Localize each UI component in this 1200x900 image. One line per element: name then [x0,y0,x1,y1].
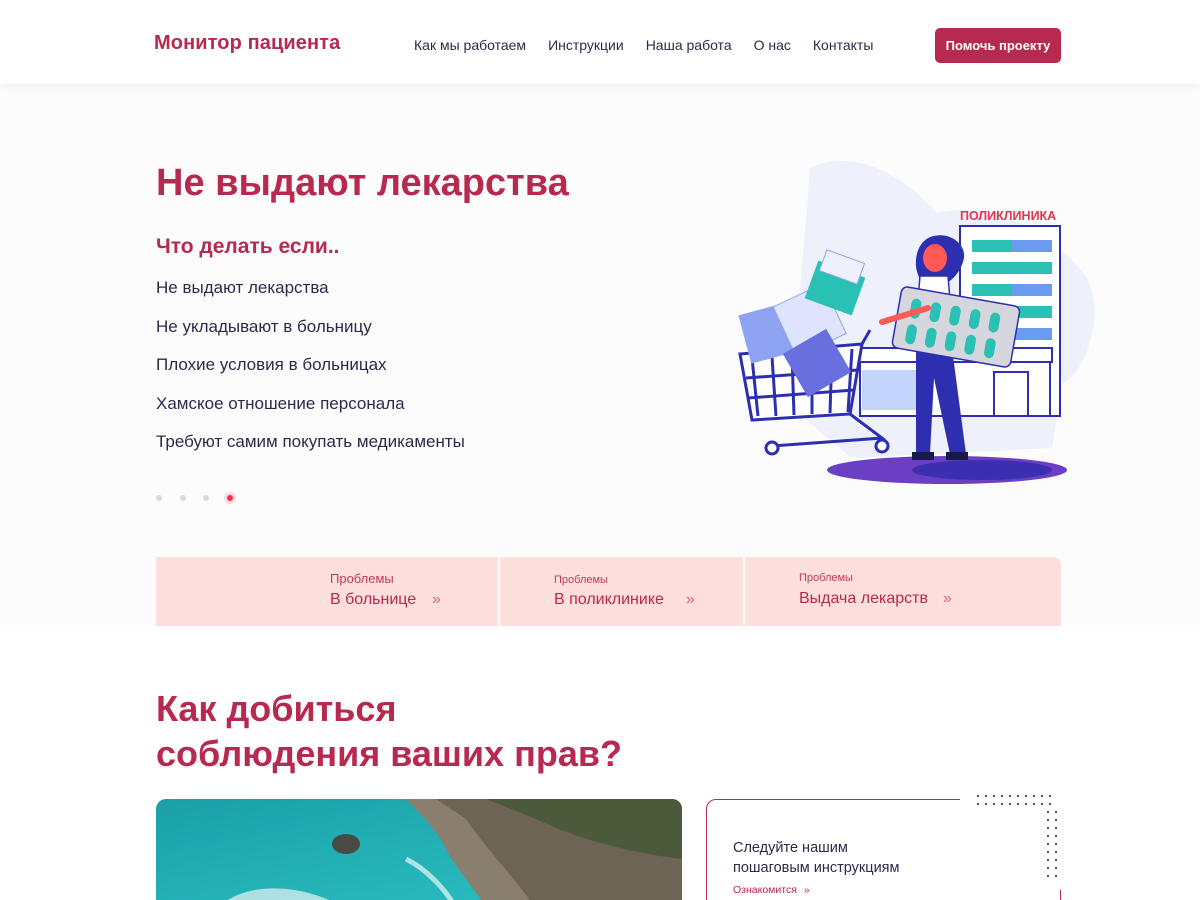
site-header: Монитор пациента Как мы работаем Инструк… [0,0,1200,84]
hero-list-item: Плохие условия в больницах [156,355,387,374]
hero-section: Не выдают лекарства Что делать если.. Не… [0,84,1200,626]
rights-section-title: Как добиться соблюдения ваших прав? [156,686,622,776]
category-hospital-card[interactable]: Проблемы В больнице » [156,557,498,626]
category-title: В поликлинике [554,591,664,608]
hero-illustration: ПОЛИКЛИНИКА [738,160,1095,484]
slider-dot[interactable] [203,495,209,501]
hero-subtitle: Что делать если.. [156,235,340,258]
help-project-button[interactable]: Помочь проекту [935,28,1061,63]
slider-dot[interactable] [179,495,186,501]
coast-aerial-photo [156,799,682,900]
category-title: В больнице [330,591,417,608]
category-clinic-card[interactable]: Проблемы В поликлинике » [500,557,743,626]
instructions-line: пошаговым инструкциям [733,860,900,876]
hero-list-item: Не укладывают в больницу [156,316,372,336]
instructions-card-text: Следуйте нашим пошаговым инструкциям [733,838,900,878]
category-label: Проблемы [554,574,608,586]
decorative-dot-grid [960,790,1070,890]
hero-list-item: Требуют самим покупать медикаменты [156,432,465,451]
nav-about[interactable]: О нас [754,37,791,53]
svg-text:ПОЛИКЛИНИКА: ПОЛИКЛИНИКА [960,209,1056,223]
read-more-label: Ознакомится [733,884,797,896]
rights-title-line: соблюдения ваших прав? [156,733,622,774]
chevron-right-icon: » [432,591,441,608]
rights-title-line: Как добиться [156,688,397,729]
category-label: Проблемы [330,571,394,586]
slider-dot[interactable] [156,495,162,501]
hero-title: Не выдают лекарства [156,162,569,204]
nav-instructions[interactable]: Инструкции [548,37,624,53]
nav-how-we-work[interactable]: Как мы работаем [414,37,526,53]
chevron-right-icon: » [803,884,810,896]
hero-problem-list: Не выдают лекарства Не укладывают в боль… [156,277,465,470]
chevron-right-icon: » [686,591,695,608]
slider-dot-active[interactable] [223,492,236,504]
site-logo[interactable]: Монитор пациента [154,32,340,55]
category-label: Проблемы [799,572,853,584]
category-title: Выдача лекарств [799,590,928,607]
hero-list-item: Не выдают лекарства [156,278,329,297]
instructions-line: Следуйте нашим [733,840,848,856]
read-more-link[interactable]: Ознакомится » [733,884,810,896]
main-nav: Как мы работаем Инструкции Наша работа О… [414,37,873,53]
chevron-right-icon: » [943,590,952,607]
slider-dots [156,492,253,504]
nav-contacts[interactable]: Контакты [813,37,873,53]
nav-our-work[interactable]: Наша работа [646,37,732,53]
hero-list-item: Хамское отношение персонала [156,393,405,413]
category-medicines-card[interactable]: Проблемы Выдача лекарств » [745,557,1061,626]
